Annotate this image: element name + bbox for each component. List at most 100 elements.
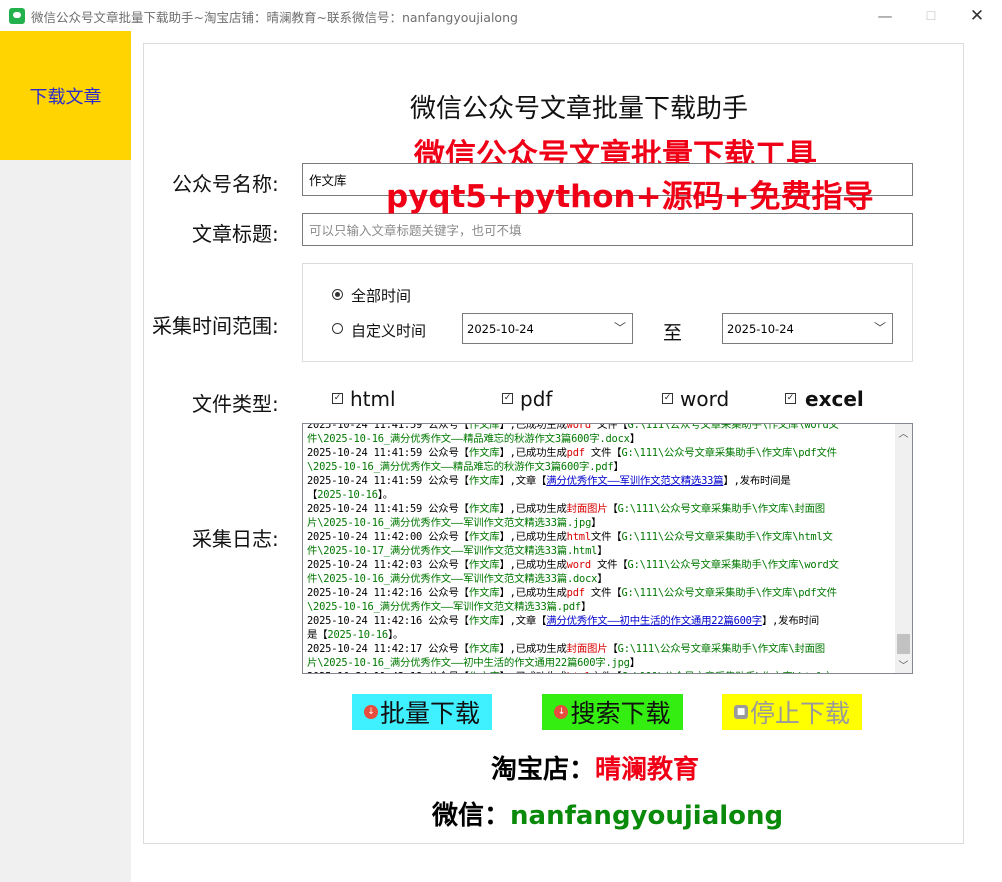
log-segment: 文件【 (584, 587, 622, 599)
checkbox-html[interactable]: ✓ (332, 393, 343, 404)
download-icon: ↓ (363, 705, 378, 719)
log-segment: pdf (566, 447, 585, 459)
log-content: 2025-10-24 11:41:59 公众号【作文库】,已成功生成word 文… (307, 423, 891, 673)
log-segment: 2025-10-24 11:42:00 公众号【 (307, 531, 469, 543)
checkbox-pdf-label[interactable]: pdf (520, 387, 552, 411)
log-segment: pdf (566, 587, 585, 599)
log-article-link[interactable]: 满分优秀作文——初中生活的作文通用22篇600字 (546, 615, 762, 627)
shop-line: 淘宝店：晴澜教育 (491, 749, 699, 786)
log-segment: 】,文章【 (499, 475, 547, 487)
log-line: 【2025-10-16】。 (307, 488, 891, 502)
log-segment: 封面图片 (566, 643, 608, 655)
checkbox-word-label[interactable]: word (680, 387, 729, 411)
log-line: \2025-10-16_满分优秀作文——精品难忘的秋游作文3篇600字.pdf】 (307, 460, 891, 474)
log-segment: 】 (591, 517, 602, 529)
wechat-app-icon (9, 8, 25, 24)
log-segment: 件\2025-10-16_满分优秀作文——军训作文范文精选33篇.docx (307, 573, 598, 585)
log-line: 件\2025-10-16_满分优秀作文——军训作文范文精选33篇.docx】 (307, 572, 891, 586)
date-to-select[interactable]: 2025-10-24 ﹀ (722, 313, 893, 344)
log-segment: 】,发布时间是 (723, 475, 791, 487)
checkbox-pdf[interactable]: ✓ (502, 393, 513, 404)
stop-icon: ■ (733, 705, 748, 719)
log-scrollbar[interactable]: ︿ ﹀ (895, 424, 912, 673)
log-segment: 文件【 (584, 447, 622, 459)
log-segment: 】 (597, 573, 608, 585)
date-from-select[interactable]: 2025-10-24 ﹀ (462, 313, 633, 344)
log-segment: 2025-10-24 11:42:16 公众号【 (307, 587, 469, 599)
log-segment: 文件【 (591, 671, 622, 673)
stop-download-button[interactable]: ■ 停止下载 (722, 694, 862, 730)
log-line: 2025-10-24 11:42:16 公众号【作文库】,文章【满分优秀作文——… (307, 614, 891, 628)
log-segment: 】 (580, 601, 592, 613)
log-segment: 作文库 (468, 531, 500, 543)
log-segment: 2025-10-24 11:42:03 公众号【 (307, 559, 469, 571)
log-segment: html (567, 671, 591, 673)
log-line: 片\2025-10-16_满分优秀作文——军训作文范文精选33篇.jpg】 (307, 516, 891, 530)
log-segment: 封面图片 (566, 503, 608, 515)
log-segment: \2025-10-16_满分优秀作文——精品难忘的秋游作文3篇600字.pdf (307, 461, 614, 473)
log-line: 2025-10-24 11:41:59 公众号【作文库】,已成功生成pdf 文件… (307, 446, 891, 460)
scroll-thumb[interactable] (897, 634, 910, 654)
sidebar-item-label: 下载文章 (29, 86, 102, 108)
log-line: 件\2025-10-16_满分优秀作文——精品难忘的秋游作文3篇600字.doc… (307, 432, 891, 446)
log-segment: 2025-10-24 11:41:59 公众号【 (307, 447, 469, 459)
minimize-button[interactable]: — (862, 0, 908, 31)
checkbox-html-label[interactable]: html (350, 387, 396, 411)
article-title-input[interactable]: 可以只输入文章标题关键字，也可不填 (302, 213, 913, 246)
checkbox-word[interactable]: ✓ (662, 393, 673, 404)
log-segment: 】,已成功生成 (499, 643, 567, 655)
article-title-placeholder: 可以只输入文章标题关键字，也可不填 (309, 223, 522, 238)
log-segment: 】。 (377, 489, 393, 501)
checkbox-excel-label[interactable]: excel (805, 387, 864, 411)
log-label: 采集日志: (192, 527, 279, 551)
log-segment: 作文库 (468, 643, 500, 655)
close-button[interactable]: ✕ (954, 0, 1000, 31)
chevron-down-icon: ﹀ (613, 321, 626, 335)
radio-all-time[interactable] (332, 289, 343, 300)
log-segment: word (566, 559, 591, 571)
radio-all-time-label[interactable]: 全部时间 (351, 285, 411, 306)
download-icon: ↓ (554, 705, 569, 719)
log-line: 件\2025-10-17_满分优秀作文——军训作文范文精选33篇.html】 (307, 544, 891, 558)
log-textarea[interactable]: 2025-10-24 11:41:59 公众号【作文库】,已成功生成word 文… (302, 423, 913, 674)
log-segment: 】,已成功生成 (499, 671, 566, 673)
log-segment: 片\2025-10-16_满分优秀作文——初中生活的作文通用22篇600字.jp… (307, 657, 630, 669)
account-name-label: 公众号名称: (172, 172, 279, 196)
radio-custom-time-label[interactable]: 自定义时间 (351, 320, 426, 341)
log-segment: 件\2025-10-17_满分优秀作文——军训作文范文精选33篇.html (307, 545, 598, 557)
scroll-up-icon[interactable]: ︿ (895, 424, 912, 441)
log-segment: 2025-10-24 11:42:16 公众号【 (307, 615, 469, 627)
log-segment: \2025-10-16_满分优秀作文——军训作文范文精选33篇.pdf (307, 601, 581, 613)
log-line: \2025-10-16_满分优秀作文——军训作文范文精选33篇.pdf】 (307, 600, 891, 614)
log-segment: 】,已成功生成 (499, 423, 567, 431)
radio-custom-time[interactable] (332, 323, 343, 334)
maximize-button[interactable]: ☐ (908, 0, 954, 31)
log-segment: G:\111\公众号文章采集助手\作文库\封面图 (617, 643, 826, 655)
log-segment: 】 (613, 461, 624, 473)
log-segment: 】,文章【 (499, 615, 547, 627)
log-segment: 】,已成功生成 (499, 503, 567, 515)
sidebar-item-download-articles[interactable]: 下载文章 (0, 31, 131, 160)
log-segment: 】,已成功生成 (499, 559, 567, 571)
window-title: 微信公众号文章批量下载助手~淘宝店铺：晴澜教育~联系微信号：nanfangyou… (31, 10, 518, 25)
log-segment: 【 (607, 643, 618, 655)
date-to-value: 2025-10-24 (727, 321, 794, 336)
search-download-button[interactable]: ↓ 搜索下载 (542, 694, 683, 730)
log-segment: 2025-10-24 11:42:18 公众号【 (307, 671, 469, 673)
batch-download-button[interactable]: ↓ 批量下载 (352, 694, 492, 730)
log-segment: 2025-10-24 11:41:59 公众号【 (307, 503, 469, 515)
log-segment: 】,发布时间 (761, 615, 819, 627)
log-line: 2025-10-24 11:42:16 公众号【作文库】,已成功生成pdf 文件… (307, 586, 891, 600)
log-segment: 作文库 (468, 615, 500, 627)
log-segment: 2025-10-16 (327, 629, 388, 641)
checkbox-excel[interactable]: ✓ (785, 393, 796, 404)
promo-line-2: pyqt5+python+源码+免费指导 (386, 179, 874, 215)
scroll-down-icon[interactable]: ﹀ (895, 656, 912, 673)
chevron-down-icon: ﹀ (873, 321, 886, 335)
log-segment: html (566, 531, 591, 543)
wechat-id: nanfangyoujialong (510, 801, 784, 831)
log-segment: 【 (607, 503, 618, 515)
log-line: 2025-10-24 11:42:00 公众号【作文库】,已成功生成html文件… (307, 530, 891, 544)
file-type-label: 文件类型: (192, 392, 279, 416)
log-article-link[interactable]: 满分优秀作文——军训作文范文精选33篇 (546, 475, 723, 487)
